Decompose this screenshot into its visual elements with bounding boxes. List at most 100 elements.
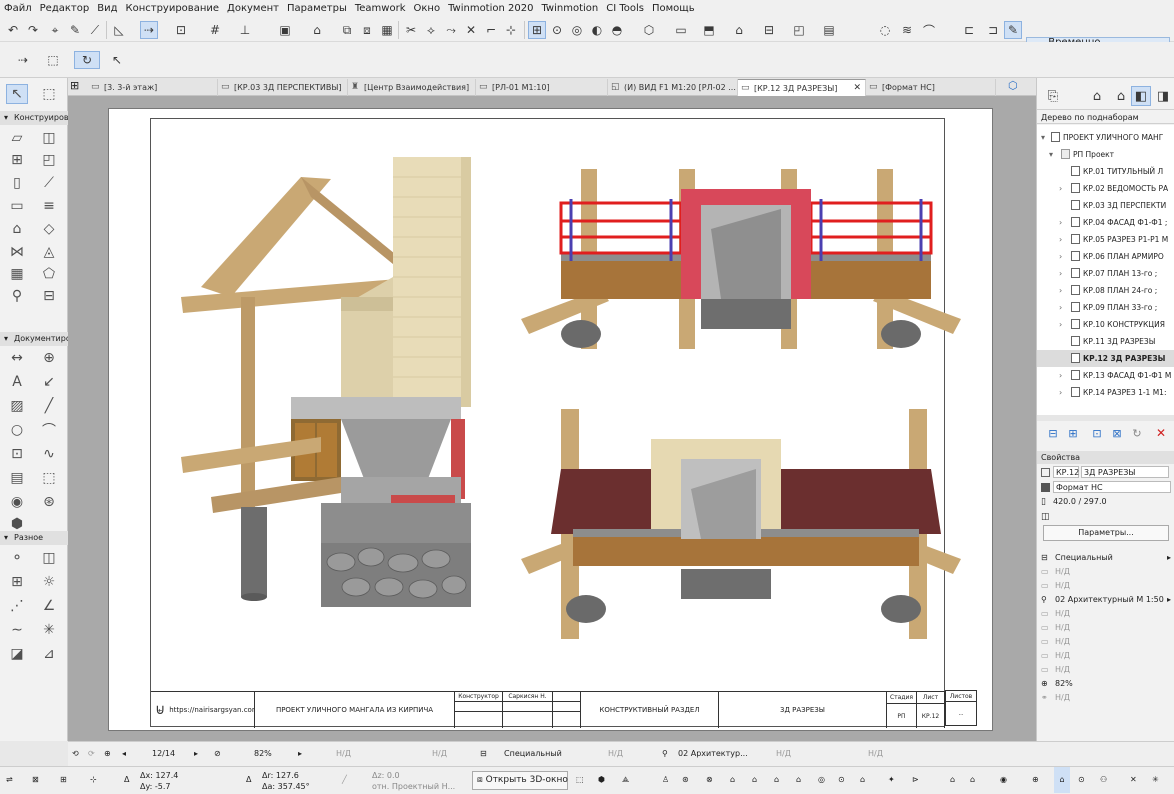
tree-item[interactable]: › КР.13 ФАСАД Ф1-Ф1 М (1037, 367, 1174, 384)
view-top-icon[interactable]: ⌂ (730, 767, 735, 793)
zoom-icon[interactable]: ⊏ (960, 21, 978, 39)
layout-book-icon[interactable]: ◧ (1131, 86, 1151, 106)
zoom-row[interactable]: ⊕ 82% (1037, 677, 1174, 691)
model-view-icon[interactable]: ◐ (588, 21, 606, 39)
tree-item[interactable]: › КР.14 РАЗРЕЗ 1-1 М1: (1037, 384, 1174, 401)
new-layout-icon[interactable]: ⊟ (1043, 423, 1063, 443)
detail-icon[interactable]: ◰ (790, 21, 808, 39)
column-tool-icon[interactable]: ▯ (6, 173, 28, 193)
beam-tool-icon[interactable]: ⟋ (38, 173, 60, 193)
camera-icon[interactable]: ◉ (1000, 767, 1007, 793)
tab-rl01[interactable]: ▭ [РЛ-01 М1:10] (476, 79, 608, 96)
reference-icon[interactable]: ◎ (568, 21, 586, 39)
zoom-value[interactable]: 82% (254, 742, 272, 766)
view-front-icon[interactable]: ⊗ (706, 767, 713, 793)
redo-icon[interactable]: ↷ (24, 21, 42, 39)
fillet-icon[interactable]: ⌐ (482, 21, 500, 39)
display-icon[interactable]: ◓ (608, 21, 626, 39)
tree-scrollbar[interactable] (1037, 415, 1174, 421)
menu-file[interactable]: Файл (0, 0, 36, 18)
adjust-icon[interactable]: ⤳ (442, 21, 460, 39)
plan-icon[interactable]: ▭ (672, 21, 690, 39)
close-icon[interactable]: ✕ (853, 80, 861, 96)
trace-icon[interactable]: ⊙ (548, 21, 566, 39)
tab-elevation-f1[interactable]: ◱ (И) ВИД F1 М1:20 [РЛ-02 ... (608, 79, 738, 96)
shell-tool-icon[interactable]: ◇ (38, 219, 60, 239)
new-subset-icon[interactable]: ⊞ (1063, 423, 1083, 443)
view-map-icon[interactable]: ⌂ (1111, 86, 1131, 106)
tree-item[interactable]: ▾ РП Проект (1037, 146, 1174, 163)
trim-icon[interactable]: ✂ (402, 21, 420, 39)
tree-item[interactable]: › КР.05 РАЗРЕЗ Р1-Р1 М (1037, 231, 1174, 248)
next-page-icon[interactable]: ▸ (194, 742, 198, 766)
gravity-icon[interactable]: ⊥ (236, 21, 254, 39)
grid-element-icon[interactable]: ⚬ (6, 548, 28, 568)
layers-icon[interactable]: ▣ (276, 21, 294, 39)
origin-icon[interactable]: ⊹ (90, 767, 97, 793)
zoom-search-icon[interactable]: ⊕ (1032, 767, 1039, 793)
sheet-name-field[interactable]: 3Д РАЗРЕЗЫ (1081, 466, 1169, 478)
render-icon[interactable]: ⊙ (838, 767, 845, 793)
menu-ci-tools[interactable]: CI Tools (602, 0, 648, 18)
3d-view-icon[interactable]: ⬡ (640, 21, 658, 39)
structure-icon[interactable]: ⌂ (950, 767, 955, 793)
measure-icon[interactable]: ◺ (110, 21, 128, 39)
marquee-tool-icon[interactable]: ⬚ (40, 51, 66, 69)
open-3d-window-button[interactable]: ⧈ Открыть 3D-окно (472, 771, 568, 790)
zoom-dropdown-icon[interactable]: ▸ (298, 742, 302, 766)
grid-icon[interactable]: # (206, 21, 224, 39)
rotate-tool-icon[interactable]: ↻ (74, 51, 100, 69)
polyline-tool-icon[interactable]: ⊡ (6, 444, 28, 464)
menu-options[interactable]: Параметры (283, 0, 351, 18)
mesh-tool-icon[interactable]: ⊟ (38, 286, 60, 306)
hotspot-tool-icon[interactable]: ⊛ (38, 492, 60, 512)
section-document[interactable]: Документиро (0, 332, 68, 346)
nav-icon[interactable]: ⇌ (6, 767, 13, 793)
view-shadow-icon[interactable]: ◎ (818, 767, 825, 793)
detail-marker-icon[interactable]: ⊿ (38, 644, 60, 664)
tab-overview-icon[interactable]: ⊞ (70, 79, 79, 92)
wall-tool-icon[interactable]: ▱ (6, 128, 28, 148)
renovation-icon[interactable]: ◌ (876, 21, 894, 39)
settings-icon[interactable]: ⊠ (1107, 423, 1127, 443)
stair-tool-icon[interactable]: ≡ (38, 196, 60, 216)
pointer-icon[interactable]: ⌖ (46, 21, 64, 39)
spline-tool-icon[interactable]: ∿ (38, 444, 60, 464)
layout-canvas[interactable]: ⊌ https://nairisargsyan.com ПРОЕКТ УЛИЧН… (68, 96, 1036, 742)
partial-icon[interactable]: ⌂ (970, 767, 975, 793)
zone-tool-icon[interactable]: ⚲ (6, 286, 28, 306)
wave-tool-icon[interactable]: ∼ (6, 620, 28, 640)
tab-floor-3[interactable]: ▭ [3. 3-й этаж] (88, 79, 218, 96)
tree-item[interactable]: › КР.09 ПЛАН 33-го ; (1037, 299, 1174, 316)
arrow-tool-icon[interactable]: ⇢ (10, 51, 36, 69)
3d-cube-icon[interactable]: ⬢ (598, 767, 605, 793)
slab-tool-icon[interactable]: ▭ (6, 196, 28, 216)
split-icon[interactable]: ⟡ (422, 21, 440, 39)
curtain-wall-icon[interactable]: ▦ (6, 264, 28, 284)
views-menu-icon[interactable]: ⬡ (1008, 79, 1018, 92)
label-tool-icon[interactable]: ↙ (38, 372, 60, 392)
menu-document[interactable]: Документ (223, 0, 283, 18)
text-tool-icon[interactable]: A (6, 372, 28, 392)
tree-item[interactable]: › КР.06 ПЛАН АРМИРО (1037, 248, 1174, 265)
fill-tool-icon[interactable]: ▨ (6, 396, 28, 416)
circle-tool-icon[interactable]: ○ (6, 420, 28, 440)
graphic-override-icon[interactable]: ⌒ (920, 21, 938, 39)
layer-combo-icon[interactable]: ⊟ (480, 742, 487, 766)
group-icon[interactable]: ⧉ (338, 21, 356, 39)
section-construct[interactable]: Конструирова (0, 111, 68, 125)
properties-header[interactable]: Свойства (1037, 451, 1174, 464)
undo-icon[interactable]: ↶ (4, 21, 22, 39)
walk-icon[interactable]: ♙ (662, 767, 669, 793)
elevation-marker-icon[interactable]: ⋰ (6, 596, 28, 616)
orbit-icon[interactable]: ⊛ (682, 767, 689, 793)
3d-box-icon[interactable]: ⬚ (576, 767, 584, 793)
view-persp-icon[interactable]: ⌂ (796, 767, 801, 793)
parameters-button[interactable]: Параметры... (1043, 525, 1169, 541)
dimension-tool-icon[interactable]: ↔ (6, 348, 28, 368)
roof-tool-icon[interactable]: ⌂ (6, 219, 28, 239)
zoom-icon[interactable]: ⊘ (214, 742, 221, 766)
tab-kr12[interactable]: ▭ [КР.12 3Д РАЗРЕЗЫ] ✕ (738, 79, 866, 96)
zoom-prev-icon[interactable]: ⟲ (72, 742, 79, 766)
tab-kr03[interactable]: ▭ [КР.03 3Д ПЕРСПЕКТИВЫ] (218, 79, 348, 96)
